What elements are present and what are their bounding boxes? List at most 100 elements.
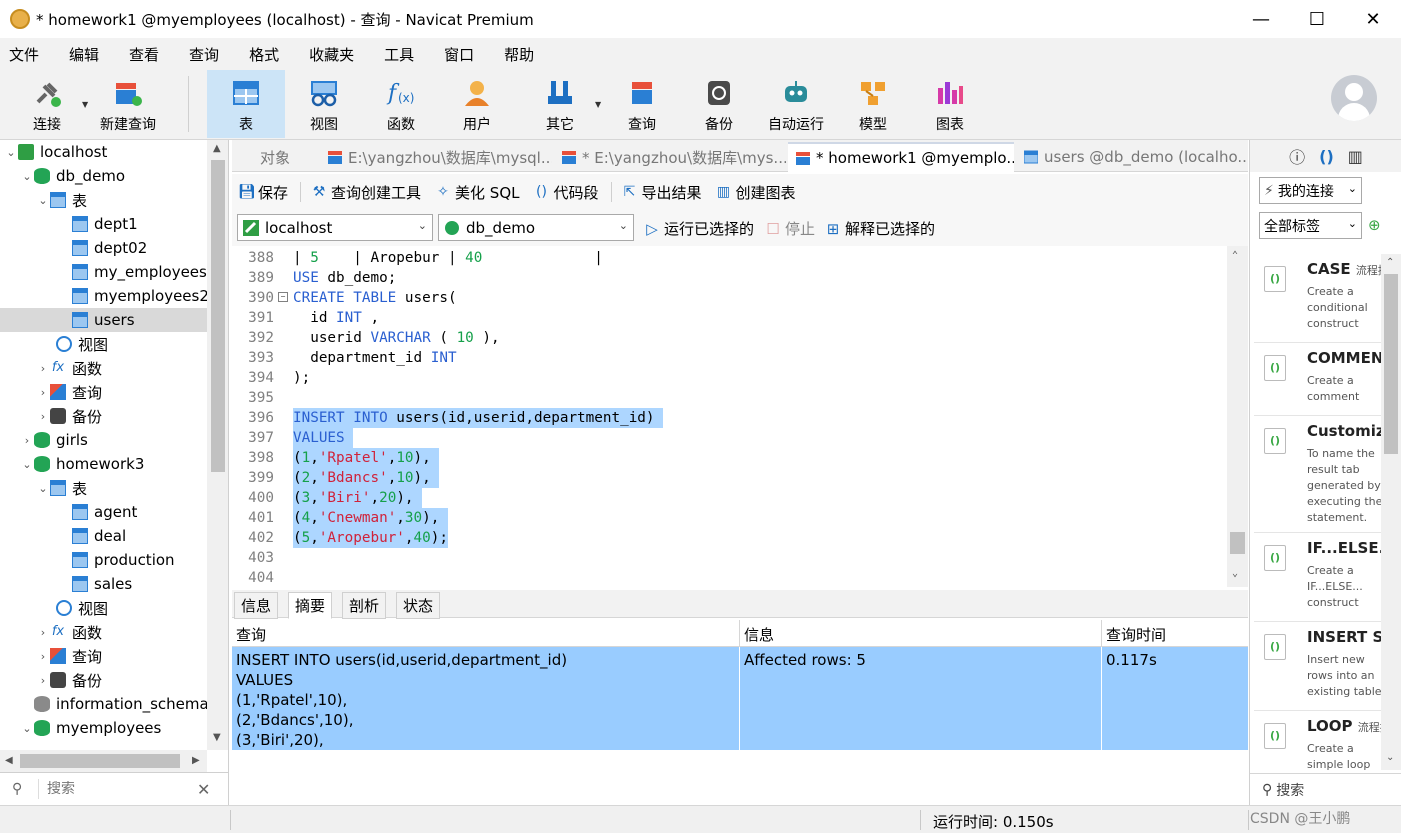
stop-button[interactable]: ☐ 停止 [765,218,815,239]
scroll-up-icon[interactable]: ⌃ [1232,250,1238,261]
tree-item-db-demo[interactable]: ⌄ db_demo [0,164,207,188]
expand-icon[interactable]: › [36,410,50,423]
tree-item-backups[interactable]: › 备份 [0,404,207,428]
tags-filter-select[interactable]: 全部标签 ⌄ [1259,212,1362,239]
expand-icon[interactable]: › [36,650,50,663]
new-query-button[interactable]: 新建查询 [89,70,167,138]
my-connections-select[interactable]: ⚡︎ 我的连接 ⌄ [1259,177,1362,204]
scroll-up-icon[interactable]: ⌃ [1386,257,1394,268]
info-icon[interactable]: ⓘ [1289,144,1305,168]
menu-window[interactable]: 窗口 [444,44,474,65]
tree-horizontal-scrollbar[interactable]: ◀ ▶ [0,750,207,772]
code-snippet-icon[interactable]: () [1319,147,1334,166]
column-header-info[interactable]: 信息 [740,620,1102,647]
tree-item-dept1[interactable]: dept1 [0,212,207,236]
snippet-item[interactable]: () COMMEN Create a comment [1254,343,1382,416]
tab-homework1[interactable]: * homework1 @myemplo... [788,142,1014,172]
user-button[interactable]: 用户 [438,70,516,138]
tree-item-users[interactable]: users [0,308,207,332]
menu-view[interactable]: 查看 [129,44,159,65]
collapse-icon[interactable]: ⌄ [4,146,18,159]
close-button[interactable]: ✕ [1345,0,1401,38]
add-tag-icon[interactable]: ⊕ [1368,216,1381,234]
save-button[interactable]: 💾︎ 保存 [238,182,288,203]
menu-query[interactable]: 查询 [189,44,219,65]
other-dropdown-icon[interactable]: ▼ [595,100,601,109]
maximize-button[interactable]: ☐ [1289,0,1345,38]
model-button[interactable]: 模型 [834,70,912,138]
collapse-icon[interactable]: ⌄ [20,458,34,471]
tree-item-functions[interactable]: › fx 函数 [0,356,207,380]
collapse-icon[interactable]: ⌄ [36,194,50,207]
database-select[interactable]: db_demo ⌄ [438,214,634,241]
expand-icon[interactable]: › [36,626,50,639]
chart-button[interactable]: 图表 [911,70,989,138]
connect-dropdown-icon[interactable]: ▼ [82,100,88,109]
connect-button[interactable]: 连接 [8,70,86,138]
tab-query-file-1[interactable]: E:\yangzhou\数据库\mysql... [320,142,552,172]
tree-item-deal[interactable]: deal [0,524,207,548]
sql-editor[interactable]: 388 | 5 | Aropebur | 40 | 389 USE db_demo;… [232,246,1248,587]
table-button[interactable]: 表 [207,70,285,138]
collapse-icon[interactable]: ⌄ [20,722,34,735]
expand-icon[interactable]: › [20,434,34,447]
scroll-thumb[interactable] [211,160,225,472]
tab-summary[interactable]: 摘要 [288,592,333,619]
snippet-item[interactable]: () LOOP 流程控 Create a simple loop [1254,711,1382,770]
scroll-up-icon[interactable]: ▲ [213,143,221,154]
tree-search-input[interactable] [47,781,187,797]
connection-select[interactable]: localhost ⌄ [237,214,433,241]
scroll-down-icon[interactable]: ⌄ [1386,752,1394,763]
menu-file[interactable]: 文件 [9,44,39,65]
clear-search-icon[interactable]: ✕ [197,780,210,799]
tab-info[interactable]: 信息 [234,592,279,619]
tab-status[interactable]: 状态 [396,592,441,619]
query-builder-button[interactable]: ⚒ 查询创建工具 [311,182,421,203]
column-header-time[interactable]: 查询时间 [1102,620,1248,647]
scroll-thumb[interactable] [1384,274,1398,454]
tree-vertical-scrollbar[interactable]: ▲ ▼ [207,140,228,750]
editor-vertical-scrollbar[interactable]: ⌃ ⌄ [1227,246,1248,587]
tab-query-file-2[interactable]: * E:\yangzhou\数据库\mys... [554,142,786,172]
user-avatar[interactable] [1331,75,1377,121]
table-cell-info[interactable]: Affected rows: 5 [740,647,1102,750]
tree-item-homework3[interactable]: ⌄ homework3 [0,452,207,476]
tree-item-tables-homework3[interactable]: ⌄ 表 [0,476,207,500]
tree-item-information-schema[interactable]: information_schema [0,692,209,716]
tree-item-localhost[interactable]: ⌄ localhost [0,140,207,164]
scroll-right-icon[interactable]: ▶ [192,755,200,766]
scroll-thumb[interactable] [20,754,180,768]
tree-item-views-homework3[interactable]: 视图 [0,596,207,620]
layout-icon[interactable]: ▥ [1348,147,1363,166]
snippet-item[interactable]: () Customiz To name the result tab gener… [1254,416,1382,533]
minimize-button[interactable]: — [1233,0,1289,38]
scroll-down-icon[interactable]: ▼ [213,732,221,743]
scroll-down-icon[interactable]: ⌄ [1232,568,1238,579]
tree-item-queries[interactable]: › 查询 [0,380,207,404]
snippet-item[interactable]: () IF...ELSE... Create a IF...ELSE... co… [1254,533,1382,622]
tree-item-agent[interactable]: agent [0,500,207,524]
other-button[interactable]: 其它 [521,70,599,138]
tree-item-girls[interactable]: › girls [0,428,207,452]
table-cell-time[interactable]: 0.117s [1102,647,1248,750]
code-snippet-button[interactable]: () 代码段 [534,182,598,203]
snippet-scrollbar[interactable]: ⌃ ⌄ [1381,254,1401,770]
snippet-search[interactable]: ⚲ 搜索 [1250,773,1401,805]
fold-toggle-icon[interactable]: − [278,292,288,302]
tree-item-sales[interactable]: sales [0,572,207,596]
tree-item-functions-homework3[interactable]: › fx 函数 [0,620,207,644]
menu-help[interactable]: 帮助 [504,44,534,65]
menu-tools[interactable]: 工具 [384,44,414,65]
tab-profile[interactable]: 剖析 [342,592,387,619]
explain-selected-button[interactable]: ⊞ 解释已选择的 [825,218,935,239]
menu-edit[interactable]: 编辑 [69,44,99,65]
tree-item-myemployees2[interactable]: myemployees2 [0,284,209,308]
tree-item-my-employees[interactable]: my_employees [0,260,207,284]
collapse-icon[interactable]: ⌄ [36,482,50,495]
snippet-item[interactable]: () INSERT Sy Insert new rows into an exi… [1254,622,1382,711]
tab-objects[interactable]: 对象 [232,142,318,172]
view-button[interactable]: 视图 [285,70,363,138]
backup-button[interactable]: 备份 [680,70,758,138]
collapse-icon[interactable]: ⌄ [20,170,34,183]
tree-item-backups-homework3[interactable]: › 备份 [0,668,207,692]
